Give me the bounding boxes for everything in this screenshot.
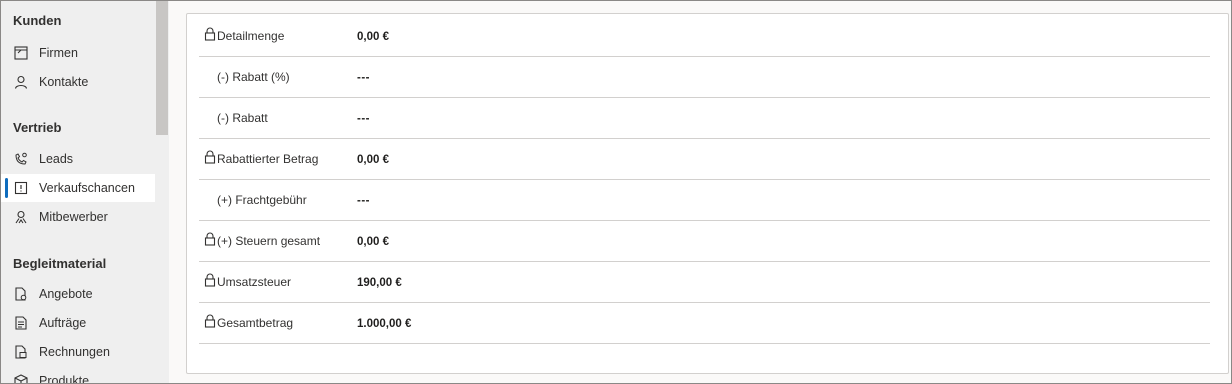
quote-icon (13, 286, 29, 302)
lock-icon (204, 232, 216, 246)
field-label: Detailmenge (217, 29, 285, 43)
field-row-umsatzsteuer[interactable]: Umsatzsteuer 190,00 € (199, 262, 1210, 303)
field-label: (-) Rabatt (%) (217, 70, 290, 84)
field-label: Rabattierter Betrag (217, 152, 319, 166)
group-title-kunden: Kunden (13, 13, 62, 28)
sidebar-item-mitbewerber[interactable]: Mitbewerber (1, 203, 155, 231)
invoice-icon (13, 344, 29, 360)
field-value[interactable]: --- (357, 113, 370, 125)
field-label: (+) Steuern gesamt (217, 234, 321, 248)
field-row-detailmenge[interactable]: Detailmenge 0,00 € (199, 16, 1210, 57)
field-row-frachtgebuehr[interactable]: (+) Frachtgebühr --- (199, 180, 1210, 221)
competitor-icon (13, 209, 29, 225)
sidebar-item-rechnungen[interactable]: Rechnungen (1, 338, 155, 366)
sidebar-item-label: Aufträge (39, 316, 87, 330)
field-row-steuern-gesamt[interactable]: (+) Steuern gesamt 0,00 € (199, 221, 1210, 262)
lock-icon (204, 314, 216, 328)
field-value[interactable]: --- (357, 195, 370, 207)
group-title-vertrieb: Vertrieb (13, 120, 62, 135)
sidebar-item-kontakte[interactable]: Kontakte (1, 68, 155, 96)
field-label: Umsatzsteuer (217, 275, 292, 289)
sidebar-item-produkte[interactable]: Produkte (1, 367, 155, 384)
sidebar-item-verkaufschancen[interactable]: Verkaufschancen (1, 174, 155, 202)
field-label: (-) Rabatt (217, 111, 268, 125)
pricing-card: Detailmenge 0,00 € (-) Rabatt (%) --- (-… (186, 13, 1229, 374)
field-value[interactable]: --- (357, 72, 370, 84)
field-label: Gesamtbetrag (217, 316, 294, 330)
field-value: 190,00 € (357, 277, 402, 289)
field-label: (+) Frachtgebühr (217, 193, 307, 207)
field-value: 0,00 € (357, 236, 389, 248)
field-value: 0,00 € (357, 154, 389, 166)
field-row-rabattierter-betrag[interactable]: Rabattierter Betrag 0,00 € (199, 139, 1210, 180)
opportunity-icon (13, 180, 29, 196)
sidebar: Kunden Firmen Kontakte Vertrieb Leads Ve… (1, 1, 169, 384)
building-icon (13, 45, 29, 61)
field-row-rabatt-prozent[interactable]: (-) Rabatt (%) --- (199, 57, 1210, 98)
lock-icon (204, 27, 216, 41)
sidebar-item-label: Firmen (39, 46, 78, 60)
group-title-begleitmaterial: Begleitmaterial (13, 256, 107, 271)
sidebar-item-label: Angebote (39, 287, 93, 301)
lock-icon (204, 273, 216, 287)
order-icon (13, 315, 29, 331)
sidebar-item-firmen[interactable]: Firmen (1, 39, 155, 67)
sidebar-item-auftraege[interactable]: Aufträge (1, 309, 155, 337)
person-icon (13, 74, 29, 90)
active-indicator (5, 178, 8, 198)
sidebar-item-angebote[interactable]: Angebote (1, 280, 155, 308)
sidebar-item-label: Verkaufschancen (39, 181, 135, 195)
main-content: Detailmenge 0,00 € (-) Rabatt (%) --- (-… (169, 1, 1231, 383)
sidebar-item-label: Rechnungen (39, 345, 110, 359)
field-row-gesamtbetrag[interactable]: Gesamtbetrag 1.000,00 € (199, 303, 1210, 344)
field-value: 1.000,00 € (357, 318, 412, 330)
sidebar-scrollbar[interactable] (156, 1, 168, 135)
product-icon (13, 373, 29, 383)
sidebar-item-label: Produkte (39, 374, 90, 384)
sidebar-item-label: Mitbewerber (39, 210, 108, 224)
sidebar-item-label: Kontakte (39, 75, 89, 89)
phone-person-icon (13, 151, 29, 167)
lock-icon (204, 150, 216, 164)
sidebar-item-label: Leads (39, 152, 74, 166)
field-value: 0,00 € (357, 31, 389, 43)
app-frame: Kunden Firmen Kontakte Vertrieb Leads Ve… (0, 0, 1232, 384)
sidebar-item-leads[interactable]: Leads (1, 145, 155, 173)
field-row-rabatt[interactable]: (-) Rabatt --- (199, 98, 1210, 139)
